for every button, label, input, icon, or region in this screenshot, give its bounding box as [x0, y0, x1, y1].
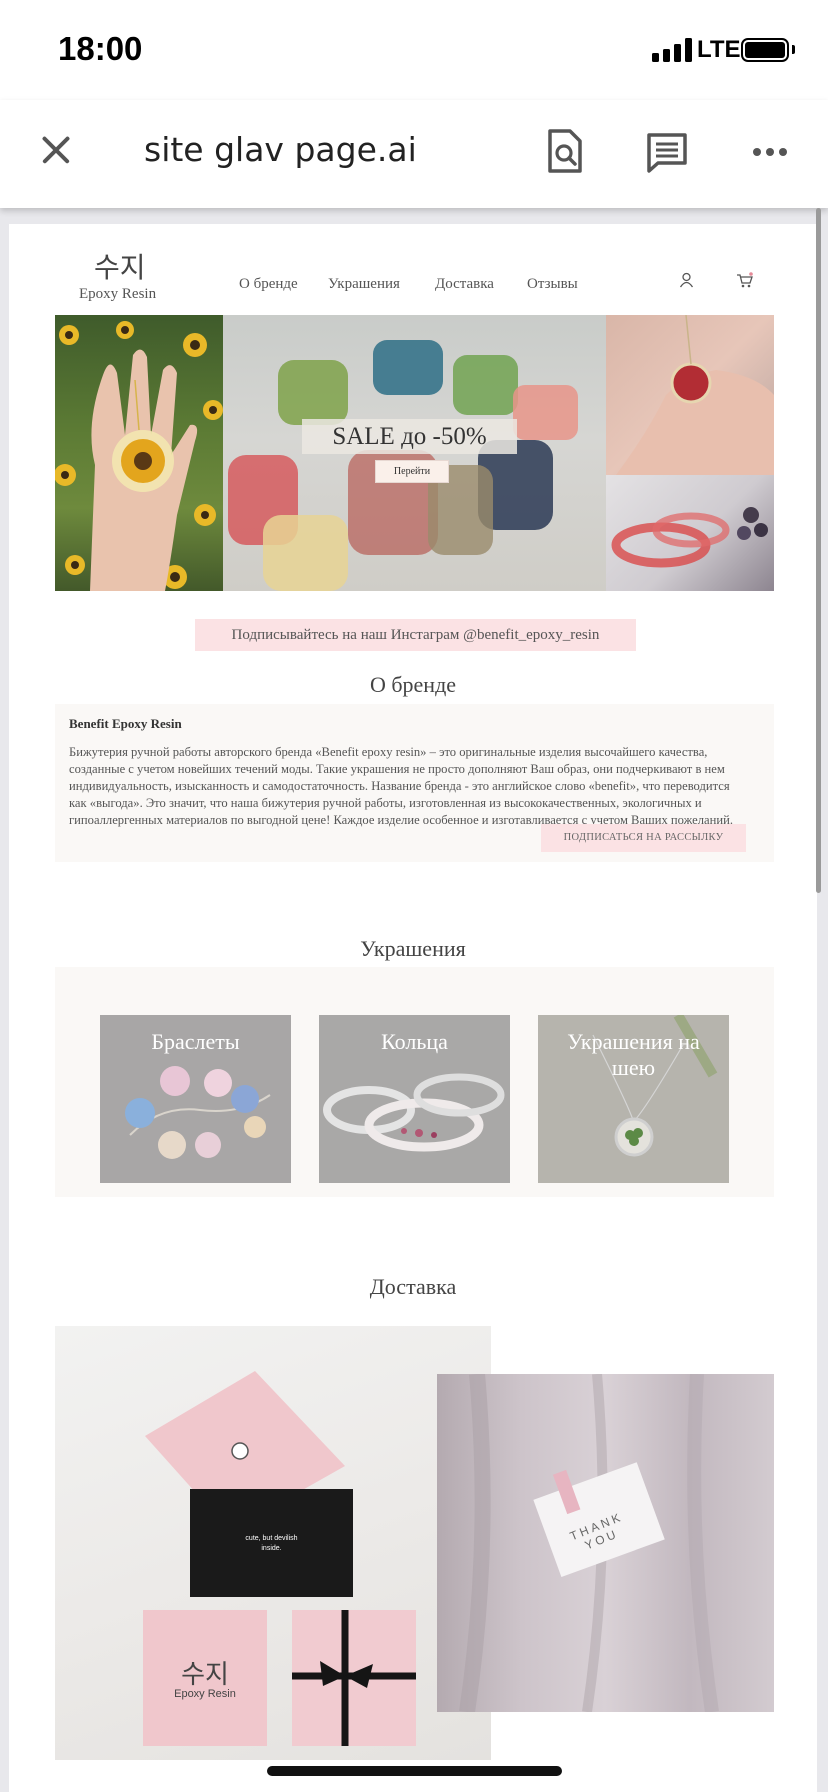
logo-korean: 수지	[94, 251, 146, 284]
user-icon[interactable]	[679, 272, 694, 288]
box-logo-english: Epoxy Resin	[174, 1688, 236, 1700]
about-section-title: О бренде	[369, 672, 457, 697]
hero-photo-pendant-hand	[606, 315, 774, 475]
scrollbar[interactable]	[816, 208, 821, 893]
network-type: LTE	[697, 36, 741, 63]
box-logo-korean: 수지	[181, 1660, 229, 1690]
hero-photo-red-rings	[606, 475, 774, 591]
instagram-banner[interactable]: Подписывайтесь на наш Инстаграм @benefit…	[195, 619, 636, 651]
document-page: 수지 Epoxy Resin О бренде Украшения Достав…	[9, 224, 817, 1792]
category-rings[interactable]: Кольца	[319, 1015, 510, 1183]
delivery-photo-packaging: cute, but devilish inside. 수지 Epoxy Resi…	[55, 1326, 491, 1760]
viewer-toolbar: site glav page.ai	[0, 100, 828, 208]
sale-banner: SALE до -50%	[302, 419, 517, 454]
hero-go-button[interactable]: Перейти	[375, 460, 449, 483]
category-label: Украшения на шею	[567, 1029, 700, 1080]
hero-banner: SALE до -50% Перейти	[55, 315, 774, 591]
home-indicator[interactable]	[267, 1766, 562, 1776]
hero-photo-sunflower-pendant	[55, 315, 223, 591]
status-time: 18:00	[58, 30, 143, 67]
category-label: Кольца	[381, 1029, 448, 1054]
comment-icon[interactable]	[646, 132, 688, 174]
delivery-section-title: Доставка	[369, 1274, 457, 1299]
categories-panel: Браслеты Кольца Украшения на шею	[55, 967, 774, 1197]
status-bar: 18:00 LTE	[0, 0, 828, 100]
delivery-photo-thank-you: THANK YOU	[437, 1374, 774, 1712]
find-in-document-icon[interactable]	[544, 128, 586, 174]
category-label: Браслеты	[151, 1029, 240, 1054]
battery-icon	[741, 38, 789, 62]
about-heading: Benefit Epoxy Resin	[69, 716, 182, 731]
cellular-signal-icon	[652, 38, 694, 62]
document-viewer: 수지 Epoxy Resin О бренде Украшения Достав…	[0, 208, 828, 1792]
subscribe-button[interactable]: ПОДПИСАТЬСЯ НА РАССЫЛКУ	[541, 824, 746, 852]
logo-english: Epoxy Resin	[79, 286, 157, 302]
about-text: Бижутерия ручной работы авторского бренд…	[69, 745, 734, 827]
more-options-icon[interactable]	[752, 146, 788, 158]
nav-about[interactable]: О бренде	[239, 276, 298, 293]
nav-delivery[interactable]: Доставка	[435, 276, 494, 293]
cart-icon[interactable]	[736, 272, 754, 289]
delivery-card-text: cute, but devilish inside.	[245, 1535, 298, 1552]
jewelry-section-title: Украшения	[360, 936, 466, 961]
nav-jewelry[interactable]: Украшения	[328, 276, 400, 293]
document-title: site glav page.ai	[144, 130, 417, 169]
battery-cap	[792, 45, 795, 54]
category-necklaces[interactable]: Украшения на шею	[538, 1015, 729, 1183]
nav-reviews[interactable]: Отзывы	[527, 276, 578, 293]
hero-photo-resin-rings: SALE до -50% Перейти	[223, 315, 606, 591]
category-bracelets[interactable]: Браслеты	[100, 1015, 291, 1183]
close-icon[interactable]	[34, 128, 78, 172]
about-panel: Benefit Epoxy Resin Бижутерия ручной раб…	[55, 704, 774, 862]
